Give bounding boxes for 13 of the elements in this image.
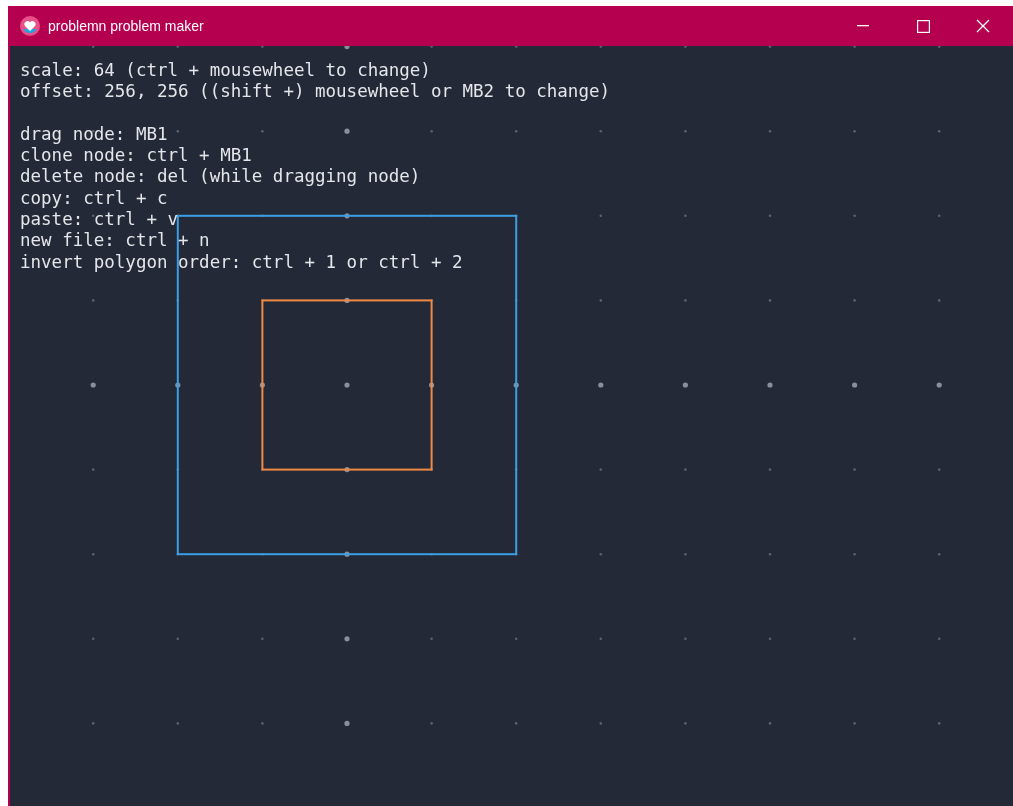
help-text: paste: ctrl + v xyxy=(20,209,179,231)
help-text: delete node: del (while dragging node) xyxy=(20,166,421,188)
help-text: invert polygon order: ctrl + 1 or ctrl + 2 xyxy=(20,251,463,273)
app-icon xyxy=(20,16,40,36)
help-text: scale: 64 (ctrl + mousewheel to change) xyxy=(20,60,431,82)
help-text: clone node: ctrl + MB1 xyxy=(20,145,252,167)
help-text: copy: ctrl + c xyxy=(20,187,168,210)
minimize-icon xyxy=(857,25,869,27)
maximize-icon xyxy=(916,19,930,33)
close-icon xyxy=(976,19,990,33)
help-text: drag node: MB1 xyxy=(20,123,168,146)
help-text: offset: 256, 256 ((shift +) mousewheel or MB2 to change) xyxy=(20,81,610,103)
window-title: problemn problem maker xyxy=(48,16,204,36)
